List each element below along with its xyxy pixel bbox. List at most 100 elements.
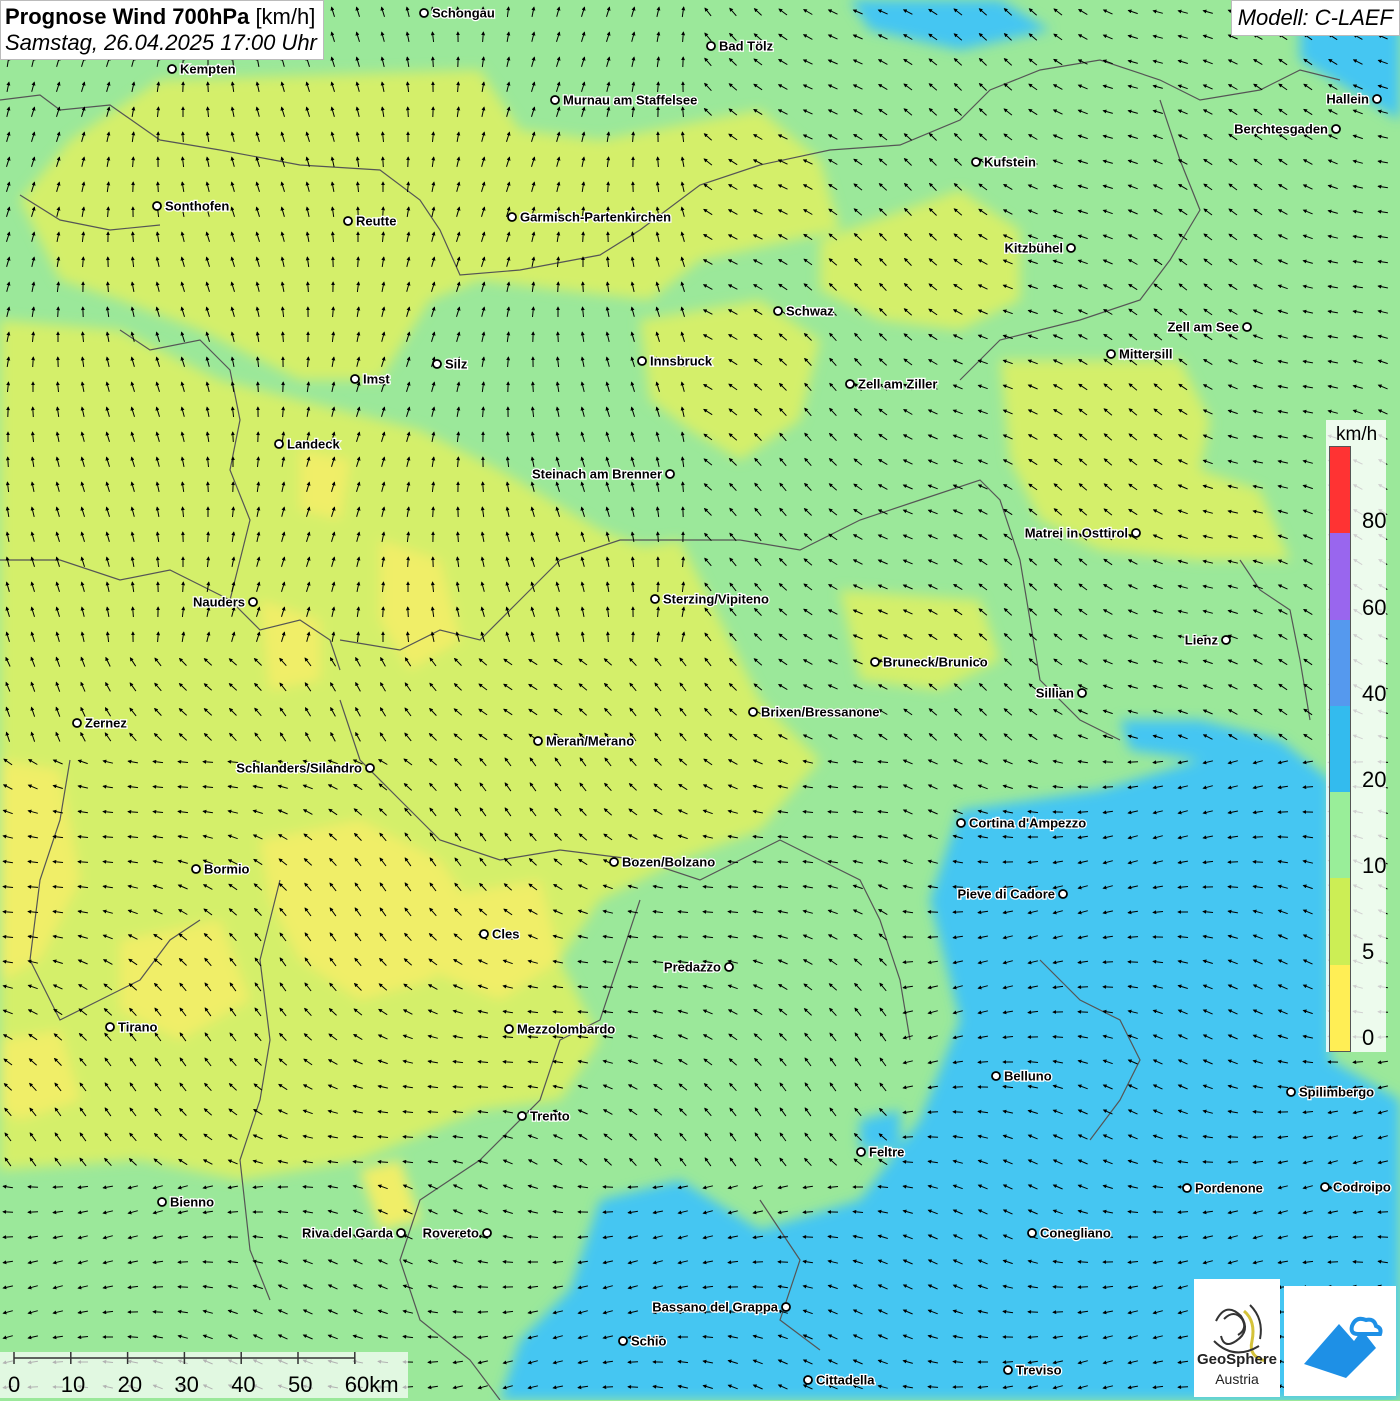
city-marker-icon xyxy=(1373,95,1381,103)
city-matrei-in-osttirol[interactable]: Matrei in Osttirol xyxy=(1025,526,1140,541)
city-label: Bad Tölz xyxy=(719,39,774,54)
city-marker-icon xyxy=(846,380,854,388)
city-marker-icon xyxy=(534,737,542,745)
city-marker-icon xyxy=(397,1229,405,1237)
scale-label-5: 50 xyxy=(288,1372,312,1398)
city-pieve-di-cadore[interactable]: Pieve di Cadore xyxy=(957,887,1067,902)
city-mezzolombardo[interactable]: Mezzolombardo xyxy=(505,1022,615,1037)
city-label: Bozen/Bolzano xyxy=(622,855,715,870)
city-marker-icon xyxy=(518,1112,526,1120)
city-marker-icon xyxy=(168,65,176,73)
city-marker-icon xyxy=(1059,890,1067,898)
city-label: Schlanders/Silandro xyxy=(236,761,362,776)
city-marker-icon xyxy=(725,963,733,971)
legend-label-60: 60 xyxy=(1362,595,1386,621)
city-marker-icon xyxy=(249,598,257,606)
city-bruneck-brunico[interactable]: Bruneck/Brunico xyxy=(871,655,988,670)
scale-label-2: 20 xyxy=(118,1372,142,1398)
city-label: Landeck xyxy=(287,437,341,452)
city-label: Berchtesgaden xyxy=(1234,122,1328,137)
legend-swatch-6 xyxy=(1330,965,1350,1052)
city-garmisch-partenkirchen[interactable]: Garmisch-Partenkirchen xyxy=(508,210,671,225)
city-label: Lienz xyxy=(1185,633,1219,648)
geosphere-logo[interactable]: GeoSphere Austria xyxy=(1194,1279,1280,1397)
city-cortina-d-ampezzo[interactable]: Cortina d'Ampezzo xyxy=(957,816,1086,831)
city-innsbruck[interactable]: Innsbruck xyxy=(638,354,713,369)
city-marker-icon xyxy=(972,158,980,166)
city-pordenone[interactable]: Pordenone xyxy=(1183,1181,1263,1196)
city-label: Bormio xyxy=(204,862,250,877)
city-marker-icon xyxy=(106,1023,114,1031)
city-label: Kempten xyxy=(180,62,236,77)
city-schlanders-silandro[interactable]: Schlanders/Silandro xyxy=(236,761,374,776)
city-marker-icon xyxy=(275,440,283,448)
city-marker-icon xyxy=(344,217,352,225)
city-zell-am-ziller[interactable]: Zell am Ziller xyxy=(846,377,937,392)
city-steinach-am-brenner[interactable]: Steinach am Brenner xyxy=(532,467,674,482)
city-label: Schio xyxy=(631,1334,666,1349)
city-label: Schongau xyxy=(432,6,495,21)
title-unit: [km/h] xyxy=(255,4,315,29)
city-label: Mezzolombardo xyxy=(517,1022,615,1037)
city-spilimbergo[interactable]: Spilimbergo xyxy=(1287,1085,1374,1100)
legend-label-0: 0 xyxy=(1362,1025,1374,1051)
city-marker-icon xyxy=(192,865,200,873)
city-marker-icon xyxy=(483,1229,491,1237)
scale-label-1: 10 xyxy=(61,1372,85,1398)
legend-swatch-0 xyxy=(1330,447,1350,534)
city-marker-icon xyxy=(1004,1366,1012,1374)
city-label: Schwaz xyxy=(786,304,834,319)
city-label: Reutte xyxy=(356,214,396,229)
city-riva-del-garda[interactable]: Riva del Garda xyxy=(302,1226,405,1241)
city-label: Mittersill xyxy=(1119,347,1172,362)
city-label: Codroipo xyxy=(1333,1180,1391,1195)
legend-label-80: 80 xyxy=(1362,508,1386,534)
city-marker-icon xyxy=(1332,125,1340,133)
city-label: Conegliano xyxy=(1040,1226,1111,1241)
title-main: Prognose Wind 700hPa xyxy=(5,4,249,29)
weather-app-logo[interactable] xyxy=(1284,1286,1396,1396)
city-marker-icon xyxy=(1067,244,1075,252)
city-brixen-bressanone[interactable]: Brixen/Bressanone xyxy=(749,705,880,720)
city-label: Zell am Ziller xyxy=(858,377,937,392)
city-bozen-bolzano[interactable]: Bozen/Bolzano xyxy=(610,855,715,870)
city-marker-icon xyxy=(749,708,757,716)
city-marker-icon xyxy=(774,307,782,315)
city-schongau[interactable]: Schongau xyxy=(420,6,495,21)
scale-label-3: 30 xyxy=(174,1372,198,1398)
city-label: Nauders xyxy=(193,595,245,610)
city-sonthofen[interactable]: Sonthofen xyxy=(153,199,229,214)
city-marker-icon xyxy=(1028,1229,1036,1237)
legend-swatch-3 xyxy=(1330,706,1350,793)
city-marker-icon xyxy=(707,42,715,50)
city-marker-icon xyxy=(1107,350,1115,358)
legend-swatch-4 xyxy=(1330,792,1350,879)
scale-label-4: 40 xyxy=(231,1372,255,1398)
city-murnau-am-staffelsee[interactable]: Murnau am Staffelsee xyxy=(551,93,697,108)
city-label: Garmisch-Partenkirchen xyxy=(520,210,671,225)
city-sterzing-vipiteno[interactable]: Sterzing/Vipiteno xyxy=(651,592,769,607)
forecast-datetime: Samstag, 26.04.2025 17:00 Uhr xyxy=(5,30,317,56)
city-marker-icon xyxy=(871,658,879,666)
city-marker-icon xyxy=(153,202,161,210)
legend-unit: km/h xyxy=(1336,424,1377,446)
city-label: Trento xyxy=(530,1109,570,1124)
city-label: Imst xyxy=(363,372,390,387)
scale-label-0: 0 xyxy=(8,1372,20,1398)
city-marker-icon xyxy=(73,719,81,727)
city-label: Kitzbühel xyxy=(1005,241,1064,256)
city-meran-merano[interactable]: Meran/Merano xyxy=(534,734,634,749)
city-label: Matrei in Osttirol xyxy=(1025,526,1128,541)
legend-label-10: 10 xyxy=(1362,853,1386,879)
city-bassano-del-grappa[interactable]: Bassano del Grappa xyxy=(652,1300,790,1315)
city-berchtesgaden[interactable]: Berchtesgaden xyxy=(1234,122,1340,137)
legend-label-40: 40 xyxy=(1362,681,1386,707)
wind-map[interactable]: Schongau Bad Tölz Kempten Murnau am Staffel… xyxy=(0,0,1400,1400)
city-marker-icon xyxy=(992,1072,1000,1080)
city-marker-icon xyxy=(366,764,374,772)
city-marker-icon xyxy=(433,360,441,368)
city-conegliano[interactable]: Conegliano xyxy=(1028,1226,1111,1241)
logo-name-line1: GeoSphere xyxy=(1194,1351,1280,1368)
city-label: Kufstein xyxy=(984,155,1036,170)
city-zell-am-see[interactable]: Zell am See xyxy=(1167,320,1251,335)
